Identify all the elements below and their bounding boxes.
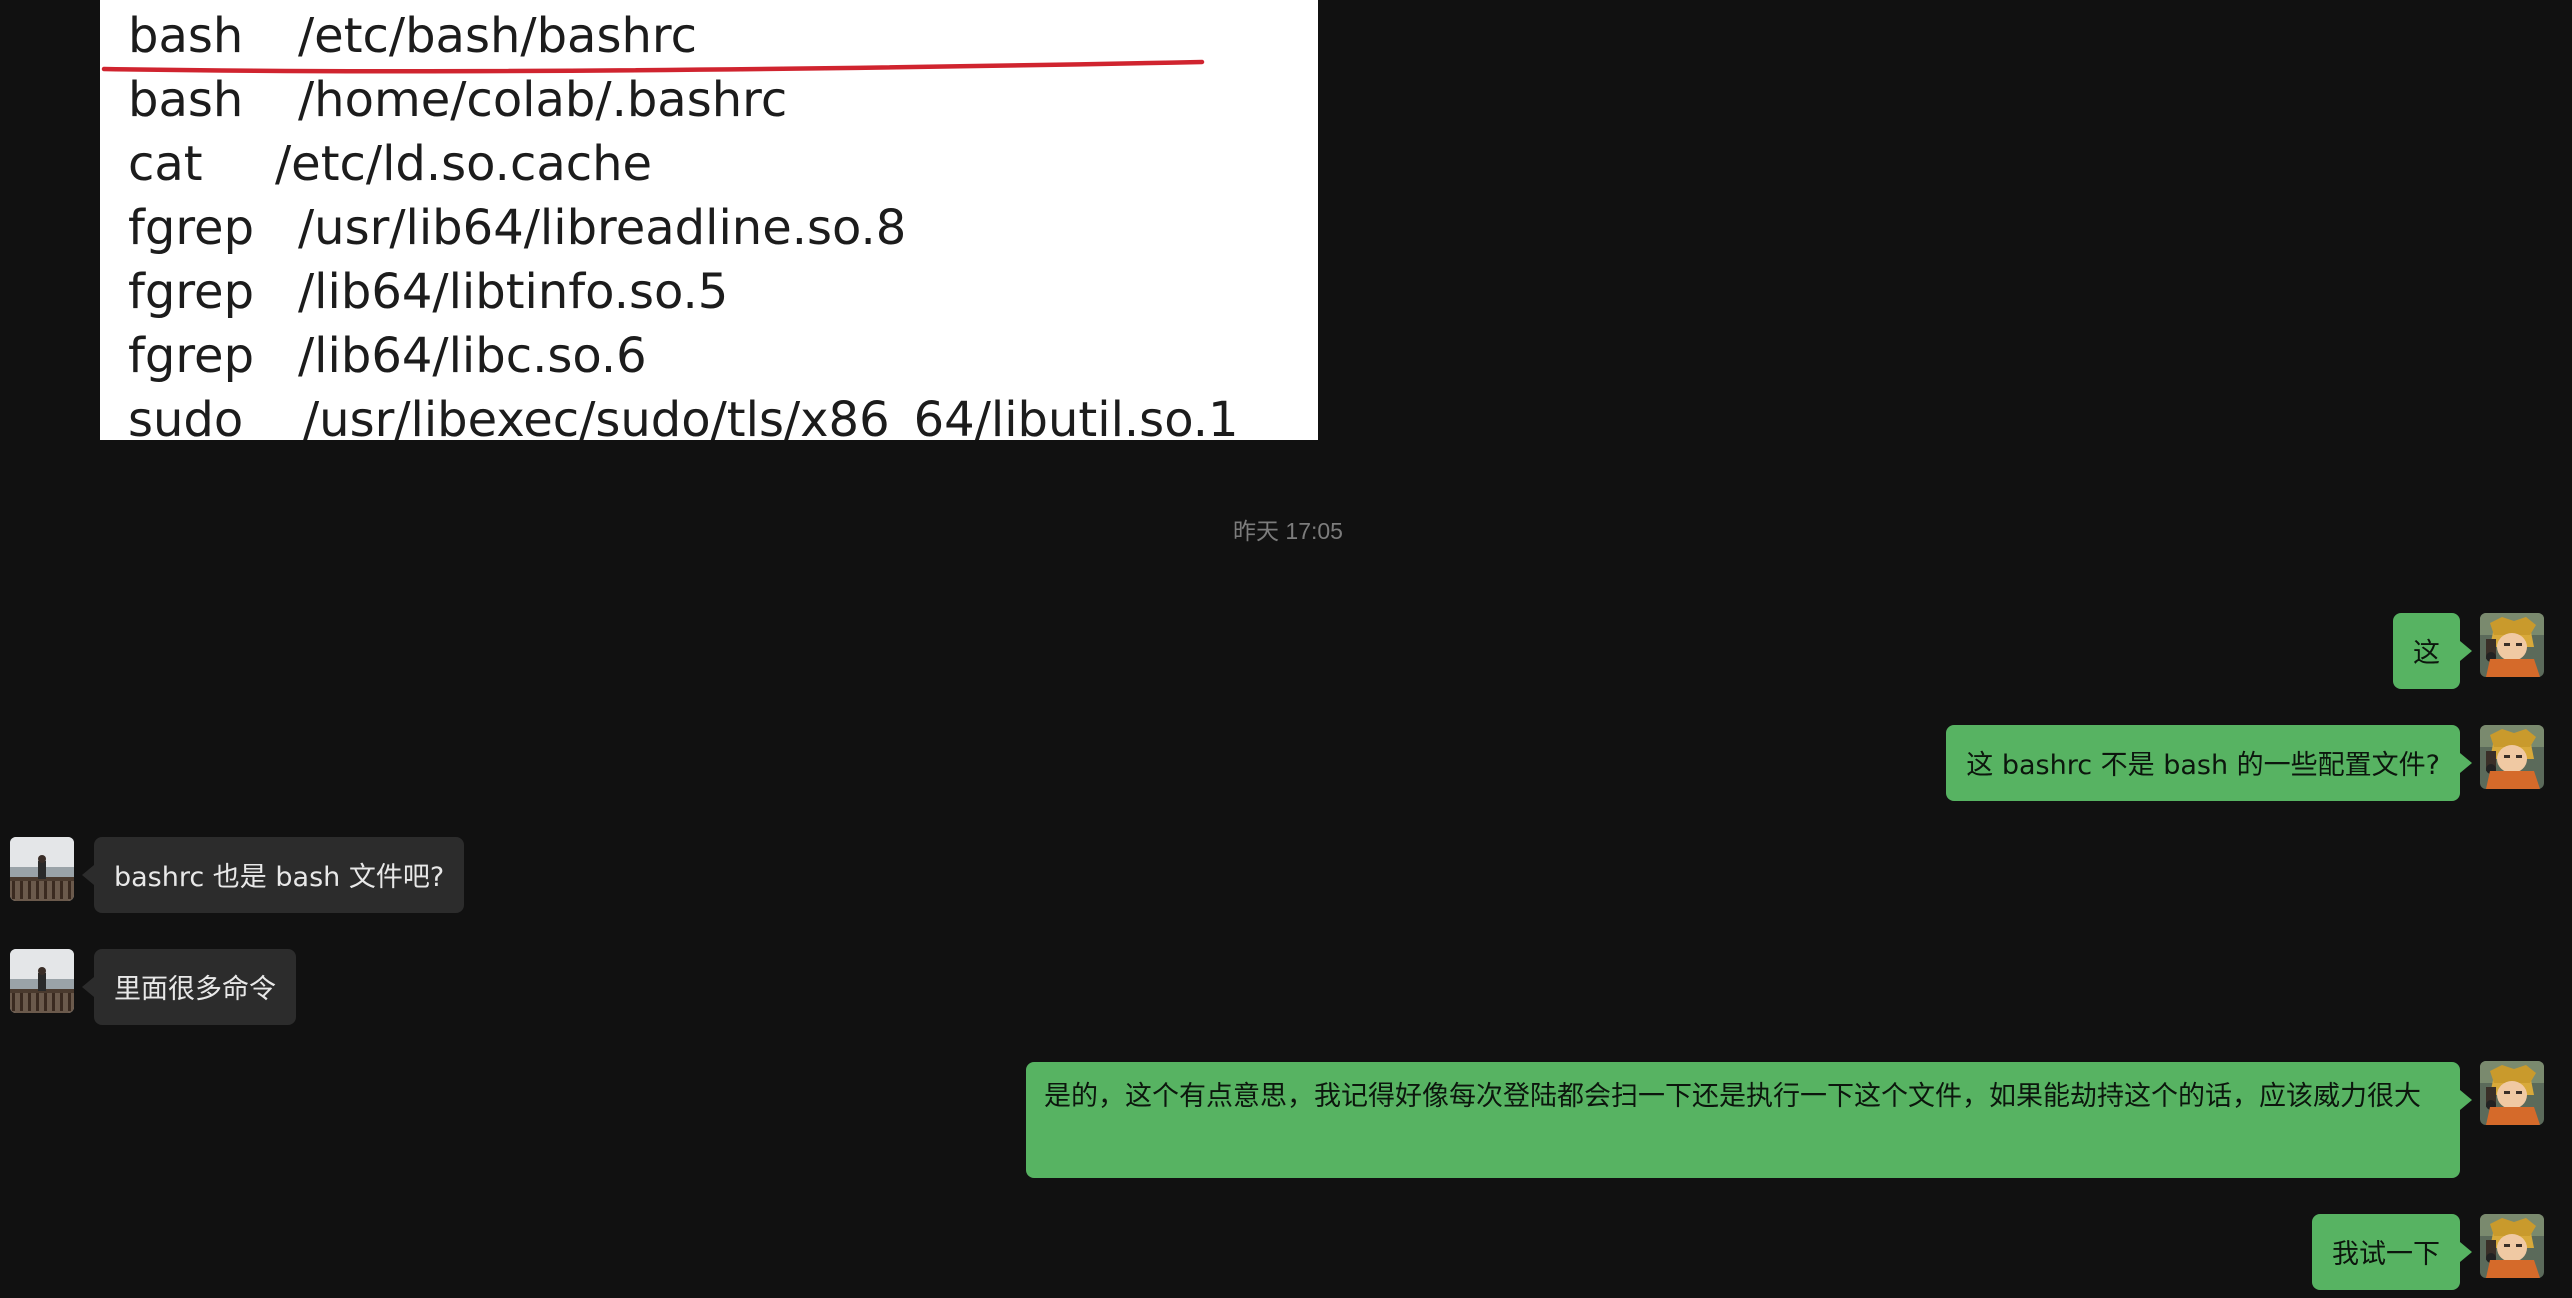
self-avatar-icon[interactable] [2480, 1061, 2544, 1125]
message-timestamp: 昨天 17:05 [1233, 518, 1343, 544]
image-line: fgrep/lib64/libtinfo.so.5 [128, 268, 728, 316]
self-avatar-icon[interactable] [2480, 725, 2544, 789]
self-avatar-icon[interactable] [2480, 1214, 2544, 1278]
image-line: bash/etc/bash/bashrc [128, 12, 697, 60]
message-bubble-outgoing[interactable]: 我试一下 [2312, 1214, 2472, 1290]
image-line-path: /home/colab/.bashrc [298, 72, 788, 128]
image-line-path: /usr/libexec/sudo/tls/x86_64/libutil.so.… [303, 392, 1239, 440]
image-line-path: /usr/lib64/libreadline.so.8 [298, 200, 907, 256]
message-bubble-outgoing[interactable]: 是的，这个有点意思，我记得好像每次登陆都会扫一下还是执行一下这个文件，如果能劫持… [1026, 1062, 2472, 1178]
shared-image[interactable]: bash/etc/bash/bashrc bash/home/colab/.ba… [100, 0, 1318, 440]
message-bubble-outgoing[interactable]: 这 [2393, 613, 2472, 689]
image-line-path: /lib64/libtinfo.so.5 [298, 264, 729, 320]
image-line-path: /lib64/libc.so.6 [298, 328, 647, 384]
image-line-cmd: cat [128, 136, 203, 192]
image-line-cmd: bash [128, 8, 244, 64]
peer-avatar-icon[interactable] [10, 837, 74, 901]
image-line-path: /etc/bash/bashrc [298, 8, 697, 64]
image-line: cat/etc/ld.so.cache [128, 140, 652, 188]
message-text: 是的，这个有点意思，我记得好像每次登陆都会扫一下还是执行一下这个文件，如果能劫持… [1044, 1081, 2421, 1112]
peer-avatar-icon[interactable] [10, 949, 74, 1013]
image-line-cmd: sudo [128, 392, 244, 440]
self-avatar-icon[interactable] [2480, 613, 2544, 677]
image-line-cmd: fgrep [128, 200, 255, 256]
message-text: bashrc 也是 bash 文件吧? [114, 862, 445, 893]
message-bubble-incoming[interactable]: 里面很多命令 [82, 949, 296, 1025]
image-line-cmd: bash [128, 72, 244, 128]
message-bubble-outgoing[interactable]: 这 bashrc 不是 bash 的一些配置文件? [1946, 725, 2472, 801]
message-text: 这 bashrc 不是 bash 的一些配置文件? [1966, 750, 2440, 781]
image-line-path: /etc/ld.so.cache [275, 136, 653, 192]
image-line: sudo/usr/libexec/sudo/tls/x86_64/libutil… [128, 396, 1239, 440]
image-line-cmd: fgrep [128, 328, 255, 384]
image-line: fgrep/lib64/libc.so.6 [128, 332, 647, 380]
message-text: 里面很多命令 [114, 974, 276, 1005]
image-line: bash/home/colab/.bashrc [128, 76, 787, 124]
message-bubble-incoming[interactable]: bashrc 也是 bash 文件吧? [81, 837, 465, 913]
image-line-cmd: fgrep [128, 264, 255, 320]
message-text: 这 [2413, 638, 2440, 669]
image-line: fgrep/usr/lib64/libreadline.so.8 [128, 204, 906, 252]
message-text: 我试一下 [2332, 1239, 2440, 1270]
